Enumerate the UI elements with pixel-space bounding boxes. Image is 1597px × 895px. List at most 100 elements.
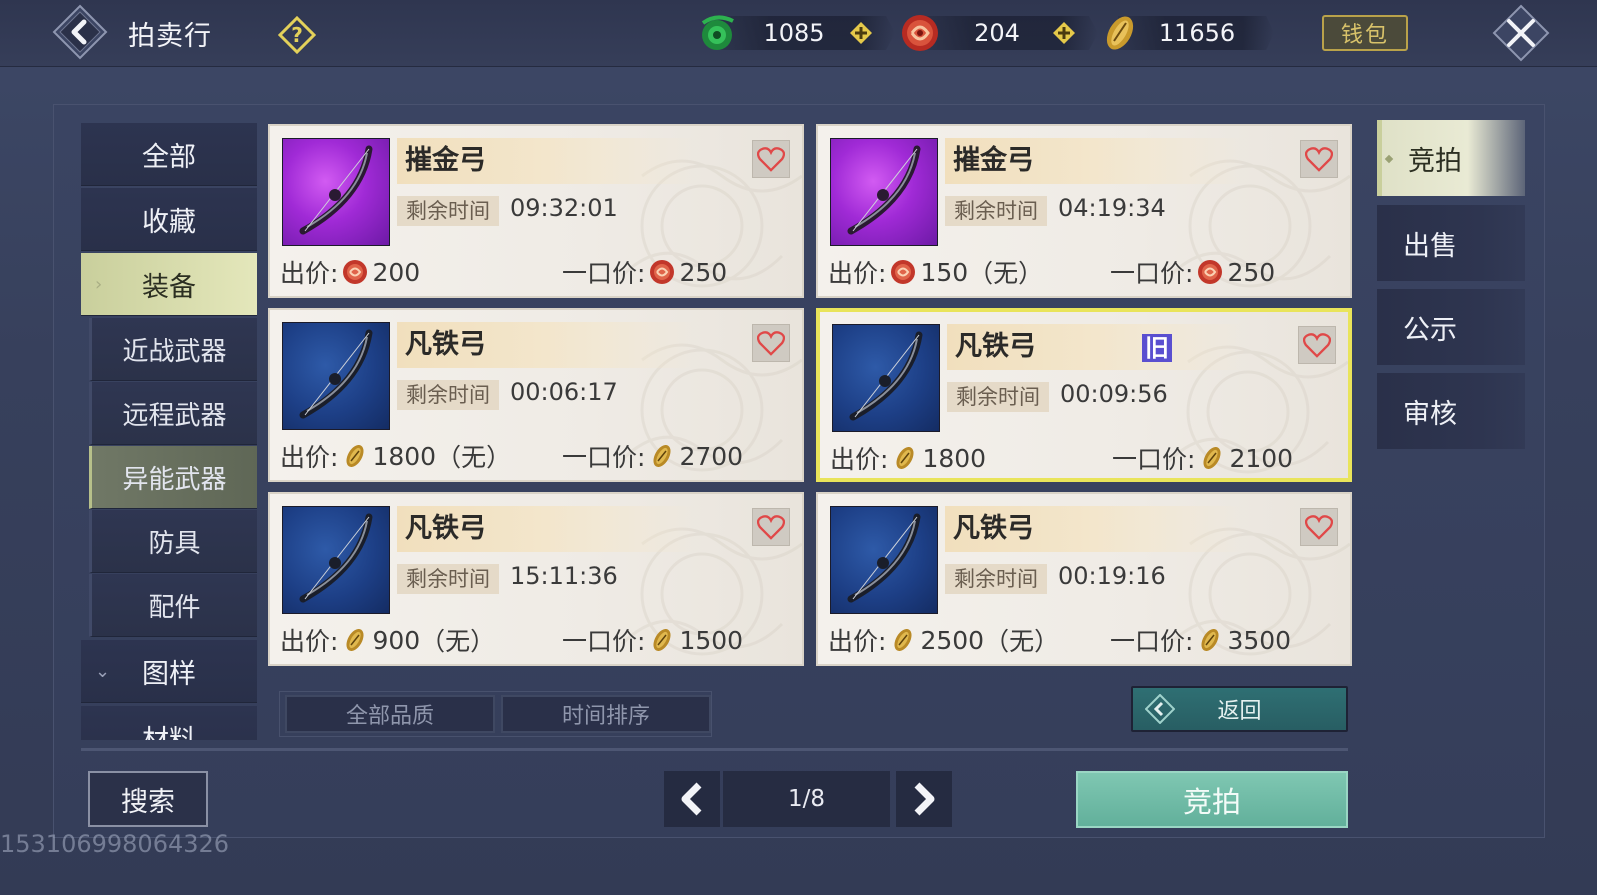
listing-card[interactable]: 凡铁弓 剩余时间 15:11:36 出价: 900 （无） 一口价: 1500 [268,492,804,666]
category-armor[interactable]: 防具 [89,510,257,573]
close-button[interactable] [1492,4,1550,62]
time-remaining-label: 剩余时间 [397,380,499,410]
favorite-button[interactable] [1300,508,1338,546]
listing-card[interactable]: 凡铁弓旧剩余时间 00:09:56 出价: 1800 一口价: 2100 [816,308,1352,482]
category-list: 全部 收藏 › 装备 近战武器 远程武器 异能武器 防具 配件 ⌄ 图样 材料 [81,123,257,740]
add-currency-icon[interactable] [1052,21,1076,45]
bid-note: （无） [984,627,1060,656]
item-thumbnail [282,138,390,246]
tab-notice[interactable]: 公示 [1377,289,1525,365]
time-remaining-value: 04:19:34 [1058,194,1166,222]
old-tag-badge: 旧 [1142,334,1172,362]
currency-value: 11656 [1158,19,1236,47]
category-ranged-weapons[interactable]: 远程武器 [89,382,257,445]
help-button[interactable]: ? [277,15,317,55]
currency-value: 204 [974,19,1020,47]
bid-label: 出价: [828,627,887,656]
gold-shell-coin-icon [1201,629,1219,651]
chevron-right-icon [914,782,935,816]
back-arrow-icon [52,4,108,60]
svg-text:?: ? [291,23,303,47]
bid-value: 150 [920,257,969,287]
category-label: 远程武器 [122,400,227,431]
category-patterns[interactable]: ⌄ 图样 [81,640,257,703]
category-label: 配件 [148,592,201,623]
tab-sell[interactable]: 出售 [1377,205,1525,281]
buyout-value: 250 [1227,257,1276,287]
bid-label: 出价: [280,627,339,656]
red-swirl-coin-icon [343,260,368,284]
return-label: 返回 [1217,699,1262,724]
gold-shell-coin-icon [1106,16,1134,50]
buyout-label: 一口价: [562,259,646,288]
category-label: 材料 [142,724,196,741]
time-remaining-label: 剩余时间 [945,196,1047,226]
search-button[interactable]: 搜索 [88,771,208,827]
user-id: 153106998064326 [0,830,230,858]
favorite-button[interactable] [1298,326,1336,364]
bid-label: 出价: [280,443,339,472]
tab-label: 出售 [1403,230,1457,262]
bow-item-icon [847,513,921,603]
buyout-value: 250 [679,257,728,287]
return-arrow-icon [1145,694,1175,724]
item-thumbnail [830,138,938,246]
add-currency-icon[interactable] [849,21,873,45]
return-button[interactable]: 返回 [1131,686,1348,732]
buyout-price: 一口价: 250 [1110,254,1275,290]
category-materials[interactable]: 材料 [81,706,257,740]
listing-card[interactable]: 凡铁弓 剩余时间 00:19:16 出价: 2500 （无） 一口价: 3500 [816,492,1352,666]
next-page-button[interactable] [896,771,952,827]
quality-filter-button[interactable]: 全部品质 [285,695,495,733]
buyout-label: 一口价: [1112,445,1196,474]
currency-gold: 11656 [1098,12,1274,54]
favorite-button[interactable] [752,324,790,362]
time-remaining-value: 00:19:16 [1058,562,1166,590]
category-label: 近战武器 [122,336,227,367]
tab-label: 公示 [1403,314,1457,346]
favorite-button[interactable] [752,140,790,178]
wallet-button[interactable]: 钱包 [1322,15,1408,51]
buyout-price: 一口价: 250 [562,254,727,290]
bid-value: 900 [372,625,421,655]
gold-shell-coin-icon [653,629,671,651]
listing-card[interactable]: 摧金弓 剩余时间 09:32:01 出价: 200 一口价: 250 [268,124,804,298]
favorite-button[interactable] [752,508,790,546]
listing-card[interactable]: 凡铁弓 剩余时间 00:06:17 出价: 1800 （无） 一口价: 2700 [268,308,804,482]
heart-icon [757,515,785,540]
category-label: 异能武器 [122,464,227,495]
item-name: 凡铁弓 [397,322,697,368]
gold-shell-coin-icon [1203,447,1221,469]
active-indicator-icon [1384,154,1394,164]
category-favorites[interactable]: 收藏 [81,188,257,251]
back-button[interactable] [52,4,108,60]
red-swirl-coin-icon [1198,260,1223,284]
item-thumbnail [282,506,390,614]
currency-red: 204 [898,12,1098,54]
prev-page-button[interactable] [664,771,720,827]
buyout-value: 1500 [679,625,744,655]
heart-icon [1305,147,1333,172]
tab-auction[interactable]: 竞拍 [1377,120,1525,196]
buyout-value: 3500 [1227,625,1292,655]
help-question-icon: ? [277,15,317,55]
tab-review[interactable]: 审核 [1377,373,1525,449]
item-thumbnail [282,322,390,430]
sort-time-button[interactable]: 时间排序 [501,695,711,733]
listing-card[interactable]: 摧金弓 剩余时间 04:19:34 出价: 150 （无） 一口价: 250 [816,124,1352,298]
category-all[interactable]: 全部 [81,123,257,186]
bid-price: 出价: 2500 （无） [828,622,1059,658]
buyout-label: 一口价: [562,627,646,656]
favorite-button[interactable] [1300,140,1338,178]
category-melee-weapons[interactable]: 近战武器 [89,318,257,381]
buyout-label: 一口价: [1110,259,1194,288]
time-remaining-value: 00:06:17 [510,378,618,406]
tab-label: 审核 [1403,398,1457,430]
category-equipment[interactable]: › 装备 [81,253,257,316]
item-name: 凡铁弓 [397,506,697,552]
category-psionic-weapons[interactable]: 异能武器 [89,446,257,509]
bid-price: 出价: 200 [280,254,420,290]
bid-button[interactable]: 竞拍 [1076,771,1348,828]
category-accessories[interactable]: 配件 [89,574,257,637]
currency-value: 1085 [763,19,825,47]
